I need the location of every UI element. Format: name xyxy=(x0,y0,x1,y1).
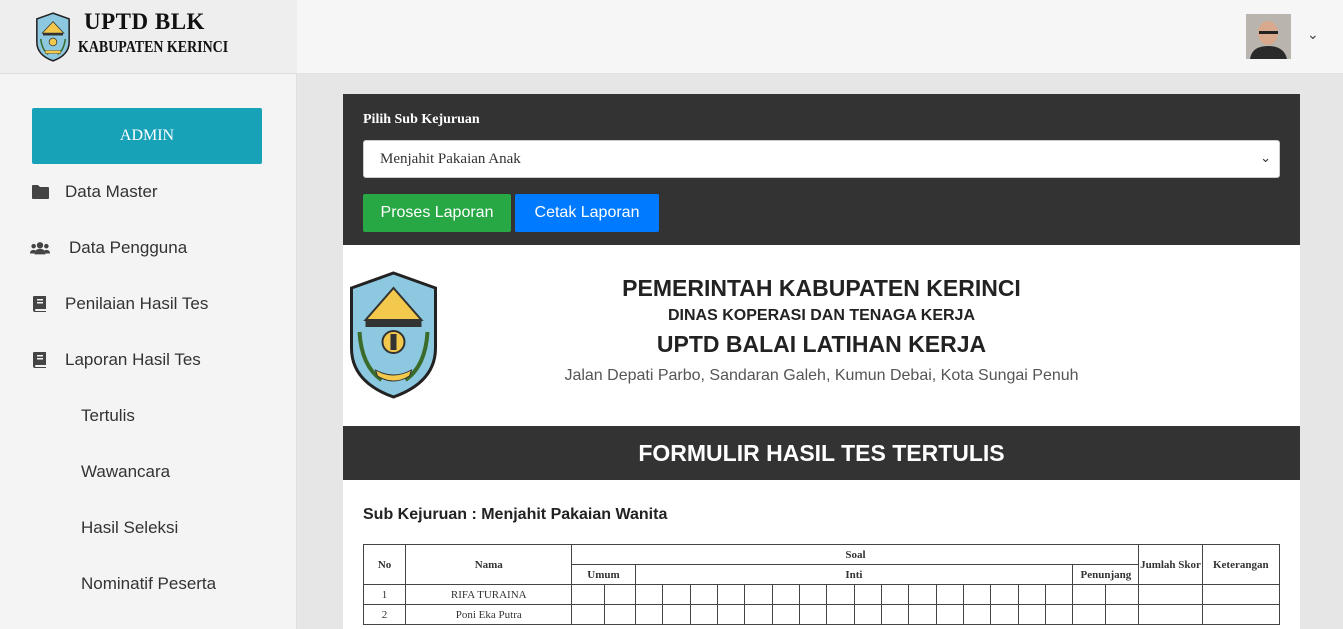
user-avatar[interactable] xyxy=(1246,14,1291,59)
sidebar-item-label: Data Pengguna xyxy=(69,238,188,257)
proses-laporan-button[interactable]: Proses Laporan xyxy=(363,194,511,232)
col-header-penunjang: Penunjang xyxy=(1072,564,1140,585)
chevron-down-icon: ⌄ xyxy=(1260,150,1271,165)
table-row: 2 Poni Eka Putra xyxy=(362,604,1281,625)
sidebar-subitem-nominatif-peserta[interactable]: Nominatif Peserta xyxy=(81,574,216,594)
cell-nama: Poni Eka Putra xyxy=(405,604,573,625)
book-icon xyxy=(30,352,50,368)
book-icon xyxy=(30,296,50,312)
sidebar-item-penilaian-hasil-tes[interactable]: Penilaian Hasil Tes xyxy=(30,290,208,318)
brand-title: UPTD BLK xyxy=(84,9,205,34)
brand-logo-icon xyxy=(36,12,70,62)
col-header-nama: Nama xyxy=(405,544,573,585)
col-header-no: No xyxy=(362,544,407,585)
sub-kejuruan-selected-value: Menjahit Pakaian Anak xyxy=(380,150,521,167)
sidebar: UPTD BLK KABUPATEN KERINCI ADMIN Data Ma… xyxy=(0,0,297,629)
report-header-line3: UPTD BALAI LATIHAN KERJA xyxy=(656,331,987,357)
form-title: FORMULIR HASIL TES TERTULIS xyxy=(343,426,1300,480)
report-header-line1: PEMERINTAH KABUPATEN KERINCI xyxy=(622,275,1021,301)
filter-panel: Pilih Sub Kejuruan Menjahit Pakaian Anak… xyxy=(343,94,1300,245)
cell-no: 1 xyxy=(362,584,407,605)
sidebar-item-label: Laporan Hasil Tes xyxy=(65,350,201,369)
col-header-umum: Umum xyxy=(571,564,636,585)
report-document: PEMERINTAH KABUPATEN KERINCI DINAS KOPER… xyxy=(343,245,1300,629)
sidebar-item-data-master[interactable]: Data Master xyxy=(30,178,158,206)
kerinci-emblem-icon xyxy=(350,271,437,399)
sidebar-item-label: Penilaian Hasil Tes xyxy=(65,294,209,313)
chevron-down-icon[interactable]: ⌄ xyxy=(1307,26,1319,43)
sidebar-item-data-pengguna[interactable]: Data Pengguna xyxy=(30,234,187,262)
results-table: No Nama Soal Jumlah Skor Keterangan Umum… xyxy=(362,544,1281,625)
col-header-jumlah-skor: Jumlah Skor xyxy=(1138,544,1203,585)
cell-no: 2 xyxy=(362,604,407,625)
sidebar-subitem-tertulis[interactable]: Tertulis xyxy=(81,406,135,426)
folder-icon xyxy=(30,185,50,199)
brand-subtitle: KABUPATEN KERINCI xyxy=(78,37,229,56)
table-row: 1 RIFA TURAINA xyxy=(362,584,1281,605)
report-address: Jalan Depati Parbo, Sandaran Galeh, Kumu… xyxy=(564,367,1079,384)
sidebar-item-laporan-hasil-tes[interactable]: Laporan Hasil Tes xyxy=(30,346,201,374)
sub-kejuruan-heading: Sub Kejuruan : Menjahit Pakaian Wanita xyxy=(363,506,668,523)
topbar: ⌄ xyxy=(297,0,1343,74)
cetak-laporan-button[interactable]: Cetak Laporan xyxy=(515,194,659,232)
cell-nama: RIFA TURAINA xyxy=(405,584,573,605)
brand[interactable]: UPTD BLK KABUPATEN KERINCI xyxy=(0,0,297,74)
sidebar-item-label: Data Master xyxy=(65,182,158,201)
sub-kejuruan-label: Pilih Sub Kejuruan xyxy=(363,112,480,127)
sub-kejuruan-select[interactable]: Menjahit Pakaian Anak ⌄ xyxy=(363,140,1280,178)
report-header-line2: DINAS KOPERASI DAN TENAGA KERJA xyxy=(668,307,975,324)
col-header-soal: Soal xyxy=(571,544,1140,565)
col-header-inti: Inti xyxy=(634,564,1074,585)
admin-role-button[interactable]: ADMIN xyxy=(32,108,262,164)
sidebar-subitem-wawancara[interactable]: Wawancara xyxy=(81,462,170,482)
users-icon xyxy=(30,241,50,255)
sidebar-subitem-hasil-seleksi[interactable]: Hasil Seleksi xyxy=(81,518,178,538)
col-header-keterangan: Keterangan xyxy=(1201,544,1281,585)
